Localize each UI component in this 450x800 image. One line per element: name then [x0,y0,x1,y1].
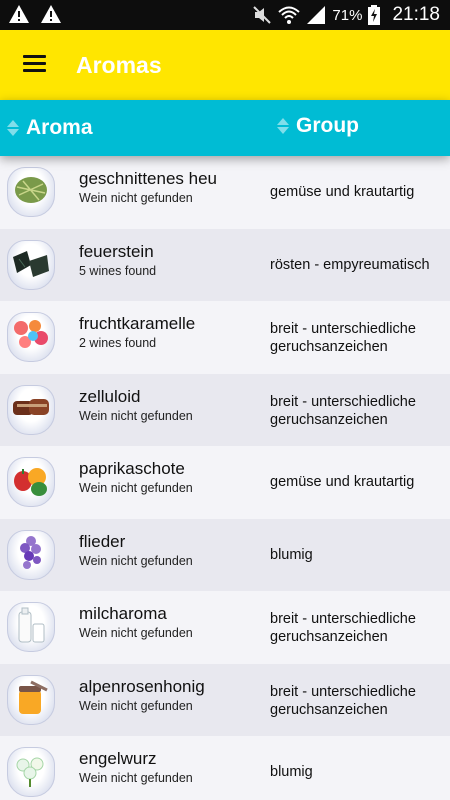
sort-group-button[interactable]: Group [277,114,450,137]
aroma-name: milcharoma [79,604,167,623]
warning-icon [40,4,62,24]
sort-aroma-button[interactable]: Aroma [7,116,93,140]
wine-count: 5 wines found [79,263,157,278]
flint-image [7,239,55,290]
app-bar: Aromas [0,30,450,100]
aroma-list: geschnittenes heu Wein nicht gefunden ge… [0,156,450,800]
list-item[interactable]: engelwurz Wein nicht gefunden blumig [0,736,450,800]
list-item[interactable]: fruchtkaramelle 2 wines found breit - un… [0,301,450,374]
list-item[interactable]: milcharoma Wein nicht gefunden breit - u… [0,591,450,664]
status-bar: 71% 21:18 [0,0,450,30]
milk-image [7,602,55,652]
list-item[interactable]: zelluloid Wein nicht gefunden breit - un… [0,373,450,446]
honey-image [7,674,55,725]
battery-charging-icon [368,5,381,25]
candy-image [7,312,55,362]
aroma-name: geschnittenes heu [79,169,217,188]
aroma-name: feuerstein [79,241,154,261]
battery-percent: 71% [332,6,363,24]
celluloid-image [7,384,55,435]
aroma-group: breit - unterschiedliche geruchsanzeiche… [270,611,416,645]
aroma-name: paprikaschote [79,459,185,478]
wine-count: Wein nicht gefunden [79,191,193,205]
warning-icon [8,4,30,24]
angelica-image [7,747,55,797]
column-header: Aroma Group [0,100,450,156]
aroma-name: fruchtkaramelle [79,314,196,333]
aroma-name: alpenrosenhonig [79,676,205,696]
aroma-column-label: Aroma [26,116,93,139]
list-item[interactable]: geschnittenes heu Wein nicht gefunden ge… [0,156,450,229]
wine-count: 2 wines found [79,336,157,350]
wine-count: Wein nicht gefunden [79,408,193,423]
aroma-group: blumig [270,764,313,780]
aroma-group: rösten - empyreumatisch [270,256,430,273]
mute-icon [252,5,272,25]
aroma-group: breit - unterschiedliche geruchsanzeiche… [270,683,416,718]
list-item[interactable]: feuerstein 5 wines found rösten - empyre… [0,228,450,301]
wine-count: Wein nicht gefunden [79,553,193,568]
list-item[interactable]: alpenrosenhonig Wein nicht gefunden brei… [0,663,450,736]
wine-count: Wein nicht gefunden [79,771,193,785]
wine-count: Wein nicht gefunden [79,481,193,495]
group-column-label: Group [296,114,359,137]
wine-count: Wein nicht gefunden [79,626,193,640]
signal-icon [306,5,326,25]
aroma-group: gemüse und krautartig [270,474,415,490]
aroma-name: zelluloid [79,386,141,406]
clock: 21:18 [392,4,440,25]
lilac-image [7,529,55,580]
hamburger-menu-icon[interactable] [18,52,52,78]
aroma-group: breit - unterschiedliche geruchsanzeiche… [270,321,416,355]
aroma-group: breit - unterschiedliche geruchsanzeiche… [270,393,416,428]
wine-count: Wein nicht gefunden [79,698,193,713]
aroma-name: flieder [79,531,126,551]
sort-arrows-icon [7,118,19,138]
aroma-group: blumig [270,546,313,563]
wifi-icon [278,5,301,25]
list-item[interactable]: paprikaschote Wein nicht gefunden gemüse… [0,446,450,519]
pepper-image [7,457,55,507]
hay-image [7,167,55,217]
list-item[interactable]: flieder Wein nicht gefunden blumig [0,518,450,591]
sort-arrows-icon [277,116,289,136]
aroma-name: engelwurz [79,749,157,768]
aroma-group: gemüse und krautartig [270,184,415,200]
page-title: Aromas [76,52,162,78]
